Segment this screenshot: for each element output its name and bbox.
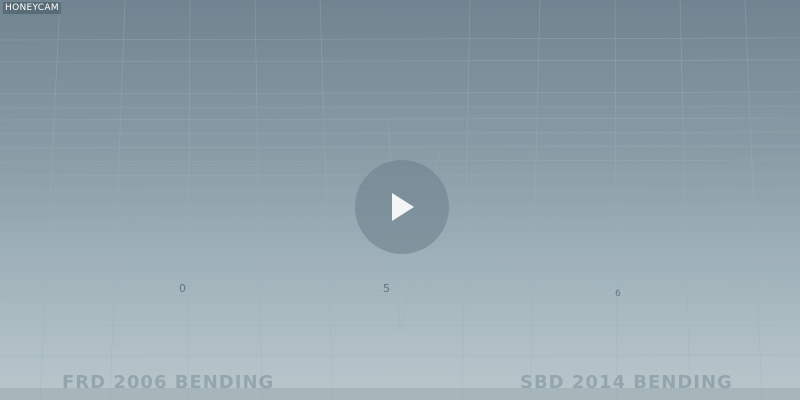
axis-label-zero: 0	[179, 282, 186, 295]
bottom-band	[0, 388, 800, 400]
watermark: HONEYCAM	[3, 2, 61, 14]
video-player[interactable]: HONEYCAM 0 5 6 FRD 2006 BENDING SBD 2014…	[0, 0, 800, 400]
axis-label-five: 5	[383, 282, 390, 295]
play-icon	[392, 193, 414, 221]
play-button[interactable]	[355, 160, 449, 254]
axis-label-six: 6	[615, 289, 621, 299]
